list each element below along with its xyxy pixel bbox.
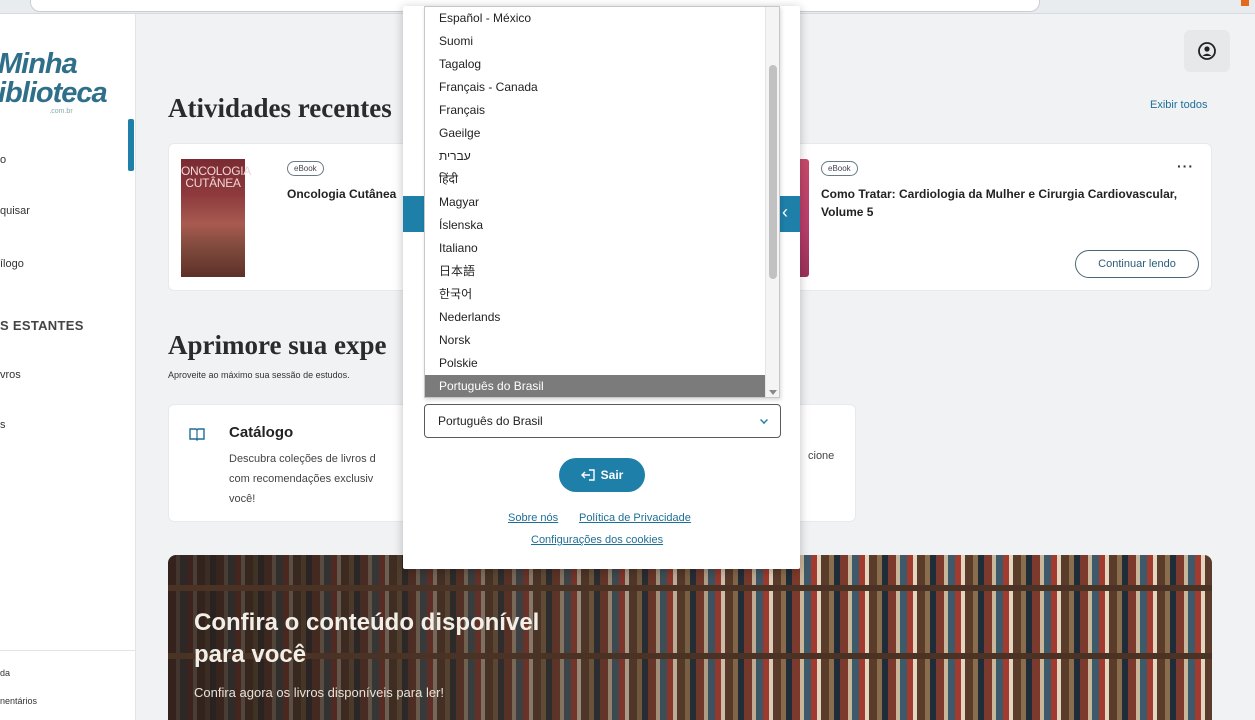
logout-icon	[580, 469, 595, 481]
sidebar-section-title: S ESTANTES	[0, 318, 84, 333]
catalog-desc-line: você!	[229, 493, 256, 505]
language-option[interactable]: 한국어	[425, 283, 765, 306]
sidebar-item-home[interactable]: o	[0, 154, 6, 166]
recent-activities-title: Atividades recentes	[168, 93, 392, 123]
language-option[interactable]: Norsk	[425, 329, 765, 352]
book-cover[interactable]: ONCOLOGIA CUTÂNEA	[181, 159, 251, 277]
language-option[interactable]: Français	[425, 99, 765, 122]
catalog-description: Descubra coleções de livros d com recome…	[229, 449, 429, 509]
catalog-title: Catálogo	[229, 424, 294, 441]
language-select[interactable]: Português do Brasil	[424, 404, 781, 438]
language-select-value: Português do Brasil	[438, 414, 543, 428]
banner-title: Confira o conteúdo disponível para você	[194, 609, 540, 668]
sidebar-item-books[interactable]: vros	[0, 369, 21, 381]
user-circle-icon	[1198, 42, 1216, 60]
user-menu-button[interactable]	[1184, 30, 1230, 72]
recent-card-2[interactable]: O eBook ··· Como Tratar: Cardiologia da …	[770, 143, 1212, 291]
library-banner: Confira o conteúdo disponível para você …	[168, 555, 1212, 720]
language-option[interactable]: Gaeilge	[425, 122, 765, 145]
language-option[interactable]: Tagalog	[425, 53, 765, 76]
language-option[interactable]: Português do Brasil	[425, 375, 765, 397]
dropdown-scrollbar[interactable]	[765, 7, 779, 397]
logo-line1: Minha	[0, 48, 78, 80]
language-option[interactable]: हिंदी	[425, 168, 765, 191]
recent-card-1[interactable]: ONCOLOGIA CUTÂNEA eBook Oncologia Cutâne…	[168, 143, 438, 291]
sidebar-item-shelves[interactable]: s	[0, 419, 6, 431]
book-title[interactable]: Como Tratar: Cardiologia da Mulher e Cir…	[821, 185, 1201, 221]
language-options: Español - México Suomi Tagalog Français - C…	[425, 7, 765, 397]
chevron-down-icon	[760, 416, 768, 424]
sidebar-item-comments[interactable]: nentários	[0, 696, 37, 706]
scroll-down-icon[interactable]	[769, 390, 777, 395]
shelf-line	[168, 585, 1212, 591]
privacy-link[interactable]: Política de Privacidade	[579, 512, 691, 524]
feature-card-2-text: cione	[808, 450, 835, 462]
feature-card-2[interactable]	[798, 404, 856, 522]
sidebar: Minha iblioteca .com.br o quisar ílogo S…	[0, 14, 136, 720]
scrollbar-thumb[interactable]	[769, 65, 777, 279]
see-all-link[interactable]: Exibir todos	[1150, 99, 1207, 111]
about-link[interactable]: Sobre nós	[508, 512, 558, 524]
close-icon[interactable]: ‹	[782, 202, 788, 223]
more-options-icon[interactable]: ···	[1177, 158, 1194, 174]
catalog-card[interactable]: Catálogo Descubra coleções de livros d c…	[168, 404, 428, 522]
extension-icon[interactable]	[1241, 0, 1249, 6]
language-option[interactable]: 日本語	[425, 260, 765, 283]
sidebar-divider	[0, 650, 135, 651]
language-option[interactable]: Italiano	[425, 237, 765, 260]
logout-label: Sair	[600, 468, 624, 482]
sidebar-item-search[interactable]: quisar	[0, 205, 30, 217]
banner-subtitle: Confira agora os livros disponíveis para…	[194, 685, 445, 700]
continue-reading-button[interactable]: Continuar lendo	[1075, 250, 1199, 278]
language-option[interactable]: Polskie	[425, 352, 765, 375]
sidebar-active-indicator	[128, 119, 134, 171]
logout-button[interactable]: Sair	[559, 458, 645, 492]
catalog-desc-line: Descubra coleções de livros d	[229, 453, 376, 465]
language-option[interactable]: Íslenska	[425, 214, 765, 237]
open-book-icon	[189, 428, 205, 441]
language-option[interactable]: Magyar	[425, 191, 765, 214]
language-option[interactable]: Español - México	[425, 7, 765, 30]
language-option[interactable]: Suomi	[425, 30, 765, 53]
ebook-badge: eBook	[821, 161, 858, 176]
sidebar-item-catalog[interactable]: ílogo	[0, 258, 24, 270]
logo-line2: iblioteca	[0, 77, 108, 109]
improve-subtitle: Aproveite ao máximo sua sessão de estudo…	[168, 370, 350, 380]
logo-domain: .com.br	[49, 108, 73, 115]
language-dropdown-list[interactable]: Español - México Suomi Tagalog Français - C…	[424, 6, 780, 398]
sidebar-item-help[interactable]: da	[0, 668, 10, 678]
language-option[interactable]: Nederlands	[425, 306, 765, 329]
logo: Minha iblioteca .com.br	[0, 48, 108, 116]
improve-title: Aprimore sua expe	[168, 330, 387, 360]
ebook-badge: eBook	[287, 161, 324, 176]
cookie-settings-link[interactable]: Configurações dos cookies	[531, 534, 663, 546]
language-option[interactable]: עברית	[425, 145, 765, 168]
catalog-desc-line: com recomendações exclusiv	[229, 473, 374, 485]
language-option[interactable]: Français - Canada	[425, 76, 765, 99]
book-cover-text: ONCOLOGIA CUTÂNEA	[181, 164, 251, 190]
